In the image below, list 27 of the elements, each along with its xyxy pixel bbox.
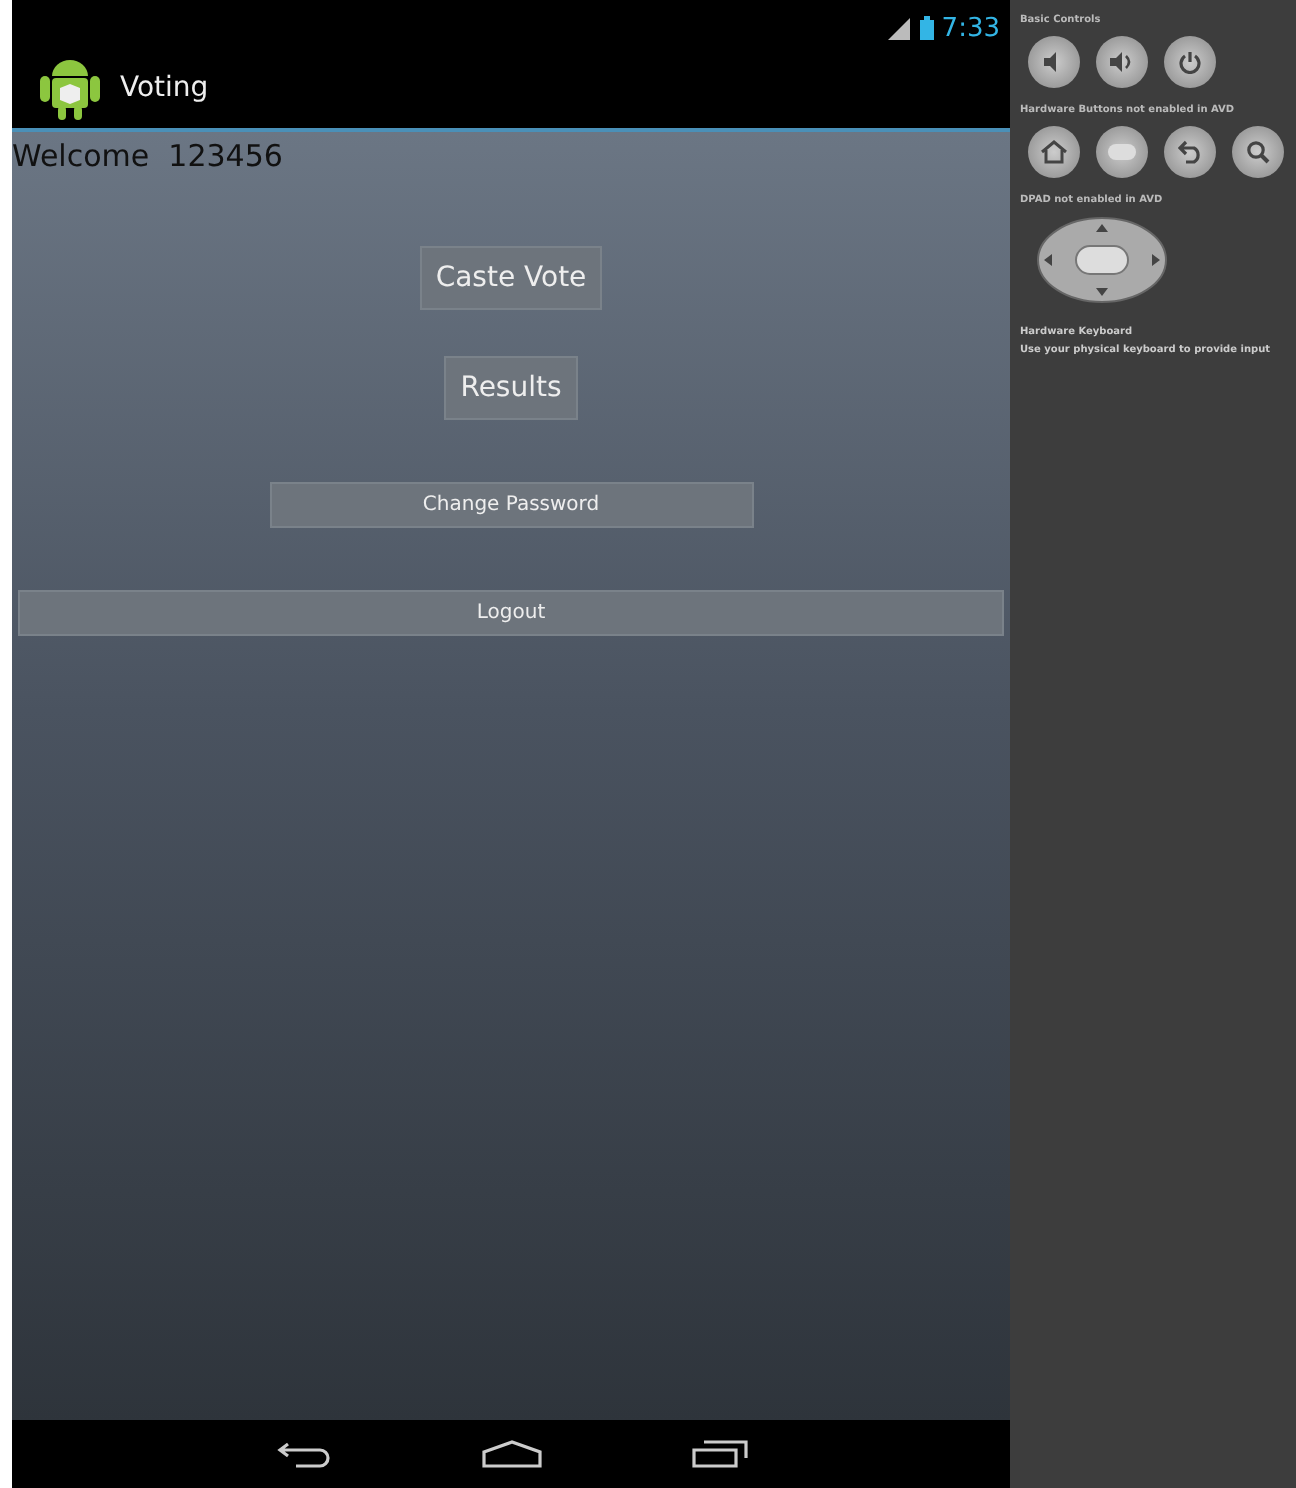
- home-icon[interactable]: [481, 1440, 541, 1468]
- volume-down-button[interactable]: [1028, 36, 1080, 88]
- welcome-text: Welcome 123456: [12, 136, 283, 174]
- signal-icon: [887, 17, 912, 39]
- menu-icon: [1108, 144, 1136, 160]
- menu-button[interactable]: Logout: [18, 590, 1004, 636]
- recent-apps-icon[interactable]: [691, 1440, 747, 1468]
- menu-hardware-button[interactable]: [1096, 126, 1148, 178]
- clock-time: 7:33: [941, 13, 1000, 43]
- power-button[interactable]: [1164, 36, 1216, 88]
- menu-button[interactable]: Caste Vote: [419, 246, 603, 310]
- house-icon: [1040, 140, 1068, 164]
- dpad-drawing[interactable]: [1036, 216, 1168, 304]
- back-icon[interactable]: [275, 1440, 331, 1468]
- menu-button[interactable]: Results: [444, 356, 578, 420]
- power-icon: [1178, 50, 1202, 74]
- volume-up-button[interactable]: [1096, 36, 1148, 88]
- speaker-icon: [1108, 52, 1136, 72]
- back-arrow-icon: [1177, 140, 1203, 164]
- battery-icon: [919, 16, 934, 40]
- search-icon: [1246, 140, 1270, 164]
- app-title: Voting: [120, 72, 209, 104]
- home-button[interactable]: [1028, 126, 1080, 178]
- search-button[interactable]: [1232, 126, 1284, 178]
- back-button[interactable]: [1164, 126, 1216, 178]
- menu-button[interactable]: Change Password: [269, 482, 753, 528]
- android-icon: [40, 56, 100, 120]
